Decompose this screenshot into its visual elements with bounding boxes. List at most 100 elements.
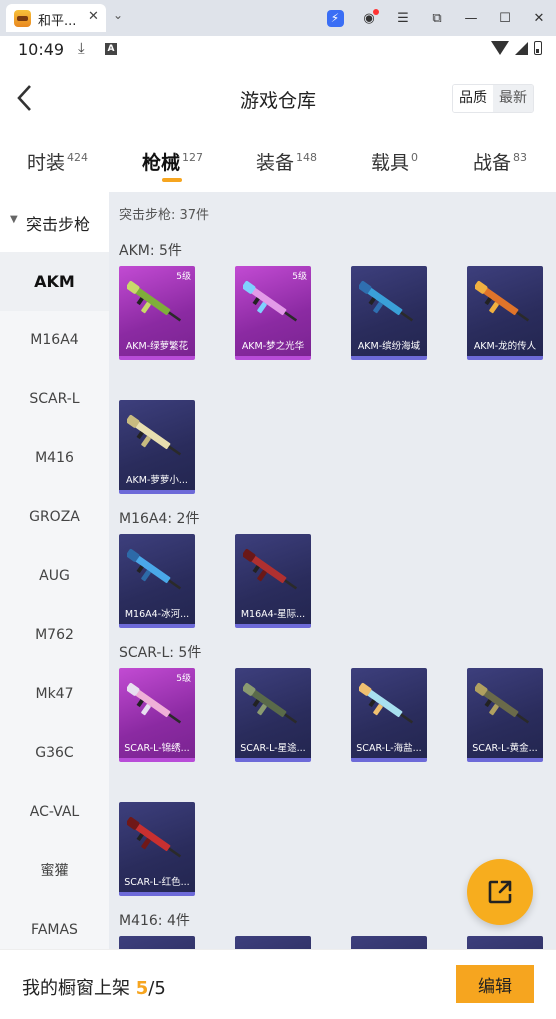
section-summary: 突击步枪: 37件 — [119, 208, 210, 223]
skin-name: AKM-绿萝繁花 — [125, 341, 189, 352]
skin-name: AKM-萝萝小... — [126, 475, 188, 486]
rifle-skin-icon — [127, 549, 182, 590]
skin-level-badge: 5级 — [292, 272, 307, 282]
weapon-skin-card[interactable]: SCAR-L-星途... — [235, 668, 311, 762]
showcase-count: 5 — [135, 978, 149, 999]
share-button[interactable] — [467, 859, 533, 925]
sidebar-item-mk47[interactable]: Mk47 — [0, 665, 109, 724]
weapon-skin-card[interactable]: 5级 SCAR-L-锦绣... — [119, 668, 195, 762]
tab-fashion[interactable]: 时装 424 — [27, 148, 88, 175]
skin-name: M16A4-冰河... — [124, 609, 190, 620]
tab-firearms[interactable]: 枪械 127 — [142, 148, 204, 182]
sidebar-item-ac-val[interactable]: AC-VAL — [0, 783, 109, 842]
tab-count: 127 — [182, 151, 204, 164]
sidebar-section-label: 突击步枪 — [26, 215, 91, 234]
weapon-skin-card[interactable]: M16A4-星际... — [235, 534, 311, 628]
tab-count: 148 — [296, 151, 318, 164]
rifle-skin-icon — [127, 415, 182, 456]
sidebar-item-aug[interactable]: AUG — [0, 547, 109, 606]
group-title: M16A4: 2件 — [119, 511, 200, 527]
showcase-label: 我的橱窗上架 — [22, 978, 130, 999]
sidebar-item-akm[interactable]: AKM — [0, 252, 109, 311]
weapon-skin-card[interactable] — [119, 936, 195, 949]
sidebar-item-g36c[interactable]: G36C — [0, 724, 109, 783]
tab-title: 和平... — [38, 14, 77, 29]
tab-label: 战备 — [473, 152, 512, 174]
tab-label: 时装 — [27, 152, 66, 174]
sort-by-newest-button[interactable]: 最新 — [493, 85, 533, 112]
app-frame: 和平... ✕ ⌄ ⚡ ◉ ☰ ⧉ — ☐ ✕ 10:49 ⤓ A 游戏仓库 品… — [0, 0, 556, 1019]
weapon-skin-card[interactable]: AKM-龙的传人 — [467, 266, 543, 360]
weapon-skin-card[interactable]: 5级 AKM-梦之光华 — [235, 266, 311, 360]
edit-button[interactable]: 编辑 — [456, 965, 534, 1003]
weapon-skin-card[interactable] — [351, 936, 427, 949]
rifle-skin-icon — [127, 817, 182, 858]
skin-name: AKM-梦之光华 — [241, 341, 305, 352]
sidebar-item-famas[interactable]: FAMAS — [0, 901, 109, 949]
close-icon[interactable]: ✕ — [522, 11, 556, 26]
tab-close-icon[interactable]: ✕ — [88, 9, 99, 24]
skin-name: SCAR-L-星途... — [240, 743, 306, 754]
rifle-skin-icon — [127, 683, 182, 724]
tab-list-chevron-icon[interactable]: ⌄ — [113, 8, 123, 22]
weapon-type-sidebar: ▼ 突击步枪 AKM M16A4 SCAR-L M416 GROZA AUG M… — [0, 192, 109, 949]
tab-count: 83 — [513, 151, 528, 164]
active-tab-indicator — [162, 178, 182, 182]
skin-name: AKM-缤纷海域 — [357, 341, 421, 352]
tab-count: 424 — [67, 151, 89, 164]
showcase-status: 我的橱窗上架 5/5 — [22, 974, 166, 1000]
tab-vehicles[interactable]: 载具 0 — [371, 148, 418, 175]
weapon-skin-card[interactable]: AKM-萝萝小... — [119, 400, 195, 494]
signal-icon — [515, 41, 528, 55]
category-tabs: 时装 424 枪械 127 装备 148 载具 0 战备 83 — [0, 134, 556, 192]
chevron-down-icon: ▼ — [10, 214, 18, 225]
weapon-skin-card[interactable]: AKM-缤纷海域 — [351, 266, 427, 360]
skin-level-badge: 5级 — [176, 674, 191, 684]
skin-name: SCAR-L-红色... — [124, 877, 190, 888]
weapon-skin-card[interactable]: SCAR-L-海盐... — [351, 668, 427, 762]
skin-name: SCAR-L-黄金... — [472, 743, 538, 754]
download-icon: ⤓ — [78, 39, 85, 57]
rifle-skin-icon — [243, 281, 298, 322]
skin-name: SCAR-L-锦绣... — [124, 743, 190, 754]
sidebar-item-m16a4[interactable]: M16A4 — [0, 311, 109, 370]
weapon-skin-card[interactable]: 5级 AKM-绿萝繁花 — [119, 266, 195, 360]
sidebar-section-header[interactable]: ▼ 突击步枪 — [0, 192, 109, 252]
rifle-skin-icon — [475, 683, 530, 724]
sidebar-item-m416[interactable]: M416 — [0, 429, 109, 488]
wifi-icon — [491, 41, 509, 55]
sidebar-item-honey-badger[interactable]: 蜜獾 — [0, 842, 109, 901]
status-time: 10:49 — [18, 40, 65, 59]
weapon-list: 突击步枪: 37件 AKM: 5件 5级 AKM-绿萝繁花 5级 AKM-梦之光华 AKM… — [109, 192, 556, 949]
group-title: AKM: 5件 — [119, 243, 182, 259]
weapon-skin-card[interactable]: M16A4-冰河... — [119, 534, 195, 628]
weapon-skin-card[interactable] — [467, 936, 543, 949]
tab-label: 载具 — [371, 152, 410, 174]
tab-label: 装备 — [256, 152, 295, 174]
rifle-skin-icon — [475, 281, 530, 322]
tab-combat-gear[interactable]: 战备 83 — [473, 148, 527, 175]
browser-tab[interactable]: 和平... ✕ — [6, 4, 106, 32]
weapon-skin-card[interactable]: SCAR-L-红色... — [119, 802, 195, 896]
bolt-icon[interactable]: ⚡ — [318, 9, 352, 27]
restore-icon[interactable]: ⧉ — [420, 11, 454, 26]
sidebar-item-groza[interactable]: GROZA — [0, 488, 109, 547]
rifle-skin-icon — [359, 683, 414, 724]
sidebar-item-scar-l[interactable]: SCAR-L — [0, 370, 109, 429]
sort-by-quality-button[interactable]: 品质 — [453, 85, 493, 112]
sort-toggle: 品质 最新 — [452, 84, 534, 113]
status-bar: 10:49 ⤓ A — [0, 36, 556, 64]
weapon-skin-card[interactable] — [235, 936, 311, 949]
battery-icon — [534, 41, 542, 55]
weapon-skin-card[interactable]: SCAR-L-黄金... — [467, 668, 543, 762]
tab-count: 0 — [411, 151, 419, 164]
tab-equipment[interactable]: 装备 148 — [256, 148, 317, 175]
sidebar-item-m762[interactable]: M762 — [0, 606, 109, 665]
skin-name: M16A4-星际... — [240, 609, 306, 620]
maximize-icon[interactable]: ☐ — [488, 11, 522, 26]
tab-label: 枪械 — [142, 152, 181, 174]
game-favicon-icon — [14, 10, 31, 27]
minimize-icon[interactable]: — — [454, 11, 488, 26]
menu-icon[interactable]: ☰ — [386, 11, 420, 26]
account-icon[interactable]: ◉ — [352, 8, 386, 26]
